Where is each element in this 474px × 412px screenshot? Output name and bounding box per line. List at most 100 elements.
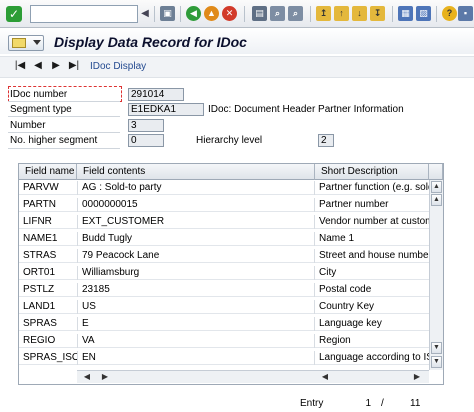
field-contents-cell[interactable]: 79 Peacock Lane (77, 249, 315, 263)
table-row[interactable]: NAME1 Budd Tugly Name 1 (19, 232, 429, 246)
entry-separator: / (381, 398, 384, 409)
short-description-cell: Street and house number 1 (319, 250, 429, 261)
help-icon[interactable]: ? (442, 6, 457, 21)
table-row[interactable]: PARTN 0000000015 Partner number (19, 198, 429, 212)
data-record-table: Field name Field contents Short Descript… (18, 163, 444, 385)
short-description-cell: Postal code (319, 284, 372, 295)
entry-label: Entry (300, 398, 324, 409)
print-icon[interactable]: ▤ (252, 6, 267, 21)
field-name-cell: PARTN (23, 199, 56, 210)
field-name-cell: SPRAS (23, 318, 57, 329)
table-row[interactable]: PARVW AG : Sold-to party Partner function … (19, 181, 429, 195)
field-contents-cell[interactable]: 23185 (77, 283, 315, 297)
field-contents-cell[interactable]: EXT_CUSTOMER (77, 215, 315, 229)
table-row[interactable]: STRAS 79 Peacock Lane Street and house num… (19, 249, 429, 263)
previous-record-button[interactable]: ◀ (32, 60, 44, 71)
table-row[interactable]: SPRAS_ISO EN Language according to ISO (19, 351, 429, 365)
toolbar-separator (154, 6, 155, 22)
toolbar-separator (436, 6, 437, 22)
field-contents-cell[interactable]: AG : Sold-to party (77, 181, 315, 195)
page-title: Display Data Record for IDoc (54, 34, 247, 50)
column-header-field-name[interactable]: Field name (19, 164, 77, 180)
field-contents-cell[interactable]: EN (77, 351, 315, 365)
last-page-icon[interactable]: ↧ (370, 6, 385, 21)
field-contents-cell[interactable]: 0000000015 (77, 198, 315, 212)
hierarchy-level-label: Hierarchy level (196, 135, 263, 146)
column-header-short-description[interactable]: Short Description (315, 164, 429, 180)
field-name-cell: ORT01 (23, 267, 56, 278)
higher-segment-label: No. higher segment (10, 135, 98, 146)
field-name-cell: NAME1 (23, 233, 58, 244)
column-header-field-contents[interactable]: Field contents (77, 164, 315, 180)
idoc-number-field[interactable]: 291014 (128, 88, 184, 101)
field-contents-cell[interactable]: VA (77, 334, 315, 348)
scroll-left-icon[interactable]: ◀ (319, 372, 331, 382)
cancel-icon[interactable]: ✕ (222, 6, 237, 21)
short-description-cell: Partner number (319, 199, 389, 210)
prev-page-icon[interactable]: ↑ (334, 6, 349, 21)
field-name-cell: PSTLZ (23, 284, 55, 295)
new-session-icon[interactable]: ▦ (398, 6, 413, 21)
higher-segment-field[interactable]: 0 (128, 134, 164, 147)
table-row[interactable]: LIFNR EXT_CUSTOMER Vendor number at custom… (19, 215, 429, 229)
field-contents-cell[interactable]: US (77, 300, 315, 314)
short-description-cell: City (319, 267, 337, 278)
horizontal-scrollbar-description[interactable]: ◀ ▶ (315, 370, 429, 383)
number-label: Number (10, 120, 46, 131)
field-name-cell: STRAS (23, 250, 57, 261)
segment-type-field[interactable]: E1EDKA1 (128, 103, 204, 116)
short-description-cell: Country Key (319, 301, 375, 312)
field-contents-cell[interactable]: E (77, 317, 315, 331)
idoc-number-label: IDoc number (10, 89, 68, 100)
next-page-icon[interactable]: ↓ (352, 6, 367, 21)
idoc-display-button[interactable]: IDoc Display (90, 61, 146, 72)
scroll-right-icon[interactable]: ▶ (411, 372, 423, 382)
exit-icon[interactable]: ▲ (204, 6, 219, 21)
next-record-button[interactable]: ▶ (50, 60, 62, 71)
table-row[interactable]: ORT01 Williamsburg City (19, 266, 429, 280)
command-history-icon[interactable]: ◀ (140, 7, 150, 21)
field-contents-cell[interactable]: Williamsburg (77, 266, 315, 280)
check-icon[interactable]: ✓ (6, 6, 22, 22)
field-contents-cell[interactable]: Budd Tugly (77, 232, 315, 246)
first-page-icon[interactable]: ↥ (316, 6, 331, 21)
back-icon[interactable]: ◀ (186, 6, 201, 21)
entry-field[interactable]: 1 (346, 397, 376, 410)
field-name-cell: REGIO (23, 335, 56, 346)
field-name-cell: PARVW (23, 182, 59, 193)
field-name-cell: LAND1 (23, 301, 56, 312)
table-row[interactable]: PSTLZ 23185 Postal code (19, 283, 429, 297)
command-field[interactable] (30, 5, 138, 23)
scroll-down-page-icon[interactable]: ▼ (431, 342, 442, 354)
scroll-right-icon[interactable]: ▶ (99, 372, 111, 382)
shortcut-icon[interactable]: ▨ (416, 6, 431, 21)
find-icon[interactable]: ⌕ (270, 6, 285, 21)
vertical-scrollbar[interactable]: ▲ ▲ ▼ ▼ (429, 180, 443, 370)
scroll-up-page-icon[interactable]: ▲ (431, 194, 442, 206)
toolbar-separator (392, 6, 393, 22)
scroll-left-icon[interactable]: ◀ (81, 372, 93, 382)
toolbar-separator (310, 6, 311, 22)
table-row[interactable]: SPRAS E Language key (19, 317, 429, 331)
menu-icon[interactable] (8, 35, 44, 51)
field-name-cell: LIFNR (23, 216, 52, 227)
last-record-button[interactable]: ▶| (68, 60, 80, 71)
field-underline (8, 116, 120, 117)
hierarchy-level-field[interactable]: 2 (318, 134, 334, 147)
table-row[interactable]: LAND1 US Country Key (19, 300, 429, 314)
find-next-icon[interactable]: ⌕ (288, 6, 303, 21)
settings-icon[interactable]: ▪ (458, 6, 473, 21)
table-row[interactable]: REGIO VA Region (19, 334, 429, 348)
number-field[interactable]: 3 (128, 119, 164, 132)
scroll-down-icon[interactable]: ▼ (431, 356, 442, 368)
field-underline (8, 148, 120, 149)
toolbar-separator (180, 6, 181, 22)
segment-type-description: IDoc: Document Header Partner Informatio… (208, 104, 404, 115)
column-settings-icon[interactable] (429, 164, 443, 180)
first-record-button[interactable]: |◀ (14, 60, 26, 71)
scroll-up-icon[interactable]: ▲ (431, 181, 442, 193)
entry-total: 11 (410, 398, 421, 409)
short-description-cell: Language key (319, 318, 382, 329)
horizontal-scrollbar-contents[interactable]: ◀ ▶ (77, 370, 315, 383)
save-icon[interactable]: ▣ (160, 6, 175, 21)
